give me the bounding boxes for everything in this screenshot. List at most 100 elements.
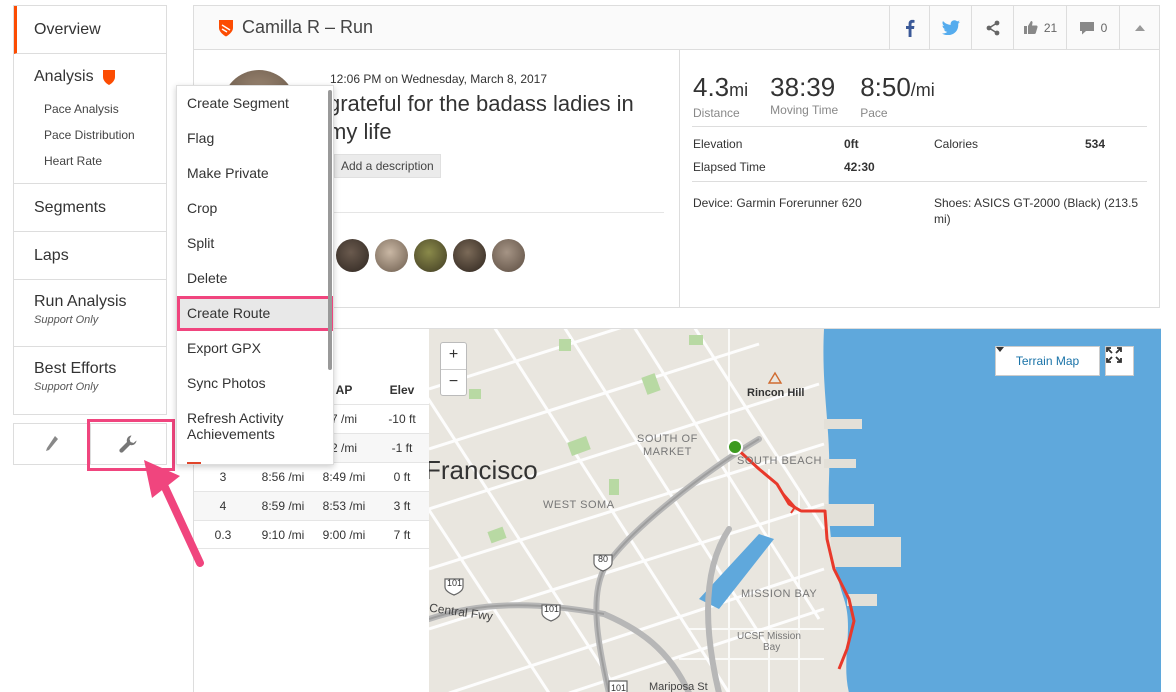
share-icon	[986, 20, 999, 35]
sidebar-item-laps[interactable]: Laps	[14, 232, 166, 280]
map-label-south-of-market: SOUTH OF	[637, 433, 698, 445]
menu-item-refresh-achievements[interactable]: Refresh Activity Achievements	[177, 401, 333, 449]
menu-scrollbar[interactable]	[328, 90, 332, 370]
menu-item-export-gpx[interactable]: Export GPX	[177, 331, 333, 366]
collapse-button[interactable]	[1119, 6, 1159, 49]
activity-map[interactable]: Francisco Rincon Hill SOUTH OF MARKET SO…	[429, 328, 1161, 692]
menu-item-make-private[interactable]: Make Private	[177, 156, 333, 191]
premium-shield-icon	[102, 70, 115, 85]
split-pace: 8:59 /mi	[261, 499, 305, 513]
kudos-button[interactable]: 21	[1013, 6, 1066, 49]
activity-summary: 12:06 PM on Wednesday, March 8, 2017 gra…	[193, 50, 1160, 308]
map-label-west-soma: WEST SOMA	[543, 499, 615, 511]
sidebar-item-label: Overview	[34, 21, 101, 38]
pace-value: 8:50	[860, 72, 911, 102]
elapsed-time-label: Elapsed Time	[693, 160, 766, 174]
zoom-out-button[interactable]: −	[441, 369, 466, 395]
twitter-share-button[interactable]	[929, 6, 971, 49]
distance-unit: mi	[729, 80, 749, 100]
map-label-rincon-hill: Rincon Hill	[747, 387, 805, 399]
table-row: 0.3 9:10 /mi 9:00 /mi 7 ft	[194, 520, 430, 549]
menu-item-sync-photos[interactable]: Sync Photos	[177, 366, 333, 401]
shoes-info[interactable]: Shoes: ASICS GT-2000 (Black) (213.5 mi)	[934, 195, 1144, 227]
terrain-map-dropdown[interactable]: Terrain Map	[995, 346, 1100, 376]
split-elev: -10 ft	[388, 412, 416, 426]
kudos-count: 21	[1043, 20, 1058, 35]
map-label-ucsf: Bay	[763, 642, 781, 653]
annotation-arrow	[144, 460, 204, 567]
pace-unit: /mi	[910, 80, 935, 100]
avatar[interactable]	[414, 239, 447, 272]
split-elev: 3 ft	[393, 499, 411, 513]
support-only-note: Support Only	[34, 314, 99, 326]
menu-item-create-segment[interactable]: Create Segment	[177, 86, 333, 121]
highway-101-shield-label: 101	[544, 604, 560, 614]
split-elev: 7 ft	[393, 527, 411, 542]
add-description-button[interactable]: Add a description	[334, 154, 441, 178]
support-only-note: Support Only	[34, 381, 99, 393]
highway-101-shield-label: 101	[611, 683, 627, 692]
avatar[interactable]	[375, 239, 408, 272]
split-pace: 8:56 /mi	[261, 470, 305, 484]
split-elev: -1 ft	[391, 441, 413, 455]
avatar[interactable]	[336, 239, 369, 272]
map-label-south-beach: SOUTH BEACH	[737, 455, 822, 467]
avatar[interactable]	[453, 239, 486, 272]
sidebar-item-best-efforts[interactable]: Best Efforts Support Only	[14, 347, 166, 414]
column-header-elev: Elev	[389, 383, 415, 397]
calories-value: 534	[1085, 137, 1106, 151]
pace-label: Pace	[860, 106, 888, 120]
split-gap: 8:49 /mi	[322, 470, 366, 484]
split-gap: 9:00 /mi	[322, 527, 366, 542]
menu-item-crop[interactable]: Crop	[177, 191, 333, 226]
shield-icon	[219, 19, 233, 36]
comment-count: 0	[1100, 20, 1108, 35]
divider	[692, 126, 1147, 127]
map-label-mariposa: Mariposa St	[649, 681, 708, 692]
map-label-south-of-market: MARKET	[643, 446, 692, 458]
comment-button[interactable]: 0	[1066, 6, 1119, 49]
elapsed-time-value: 42:30	[844, 160, 875, 174]
actions-dropdown-menu: Create Segment Flag Make Private Crop Sp…	[176, 85, 334, 465]
sidebar-subitem-pace-analysis[interactable]: Pace Analysis	[44, 96, 146, 122]
split-gap: 8:53 /mi	[322, 499, 366, 513]
sidebar-subitem-pace-distribution[interactable]: Pace Distribution	[44, 122, 146, 148]
comment-icon	[1079, 21, 1094, 34]
facebook-share-button[interactable]	[889, 6, 929, 49]
zoom-in-button[interactable]: +	[441, 343, 466, 369]
moving-time-value: 38:39	[770, 72, 836, 102]
avatar[interactable]	[492, 239, 525, 272]
fullscreen-button[interactable]	[1105, 346, 1134, 376]
map-label-francisco: Francisco	[429, 455, 538, 485]
activity-date: 12:06 PM on Wednesday, March 8, 2017	[330, 72, 548, 86]
sidebar-item-analysis[interactable]: Analysis Pace Analysis Pace Distribution…	[14, 54, 166, 184]
stat-distance: 4.3mi Distance	[693, 72, 748, 120]
activity-header-title: Camilla R – Run	[242, 17, 374, 37]
twitter-icon	[941, 20, 960, 35]
split-elev: 0 ft	[393, 470, 411, 484]
distance-label: Distance	[693, 106, 740, 120]
sidebar-item-segments[interactable]: Segments	[14, 184, 166, 232]
expand-icon	[1106, 347, 1122, 363]
divider	[692, 181, 1147, 182]
distance-value: 4.3	[693, 72, 730, 102]
split-pace: 9:10 /mi	[261, 527, 305, 542]
moving-time-label: Moving Time	[770, 103, 839, 117]
edit-button[interactable]	[14, 424, 90, 464]
sidebar-subitem-heart-rate[interactable]: Heart Rate	[44, 148, 146, 174]
share-button[interactable]	[971, 6, 1013, 49]
menu-item-flag[interactable]: Flag	[177, 121, 333, 156]
map-label-ucsf: UCSF Mission	[737, 631, 801, 642]
calories-label: Calories	[934, 137, 979, 151]
facebook-icon	[905, 19, 914, 37]
menu-item-create-route[interactable]: Create Route	[177, 296, 333, 331]
menu-item-split[interactable]: Split	[177, 226, 333, 261]
map-label-mission-bay: MISSION BAY	[741, 588, 818, 600]
menu-item-delete[interactable]: Delete	[177, 261, 333, 296]
activity-header: Camilla R – Run 21 0	[193, 5, 1160, 50]
sidebar-item-run-analysis[interactable]: Run Analysis Support Only	[14, 280, 166, 347]
table-row: 4 8:59 /mi 8:53 /mi 3 ft	[194, 491, 430, 520]
sidebar-item-label: Laps	[34, 247, 69, 264]
sidebar-item-overview[interactable]: Overview	[14, 6, 166, 54]
activity-title: grateful for the badass ladies in my lif…	[328, 91, 634, 144]
